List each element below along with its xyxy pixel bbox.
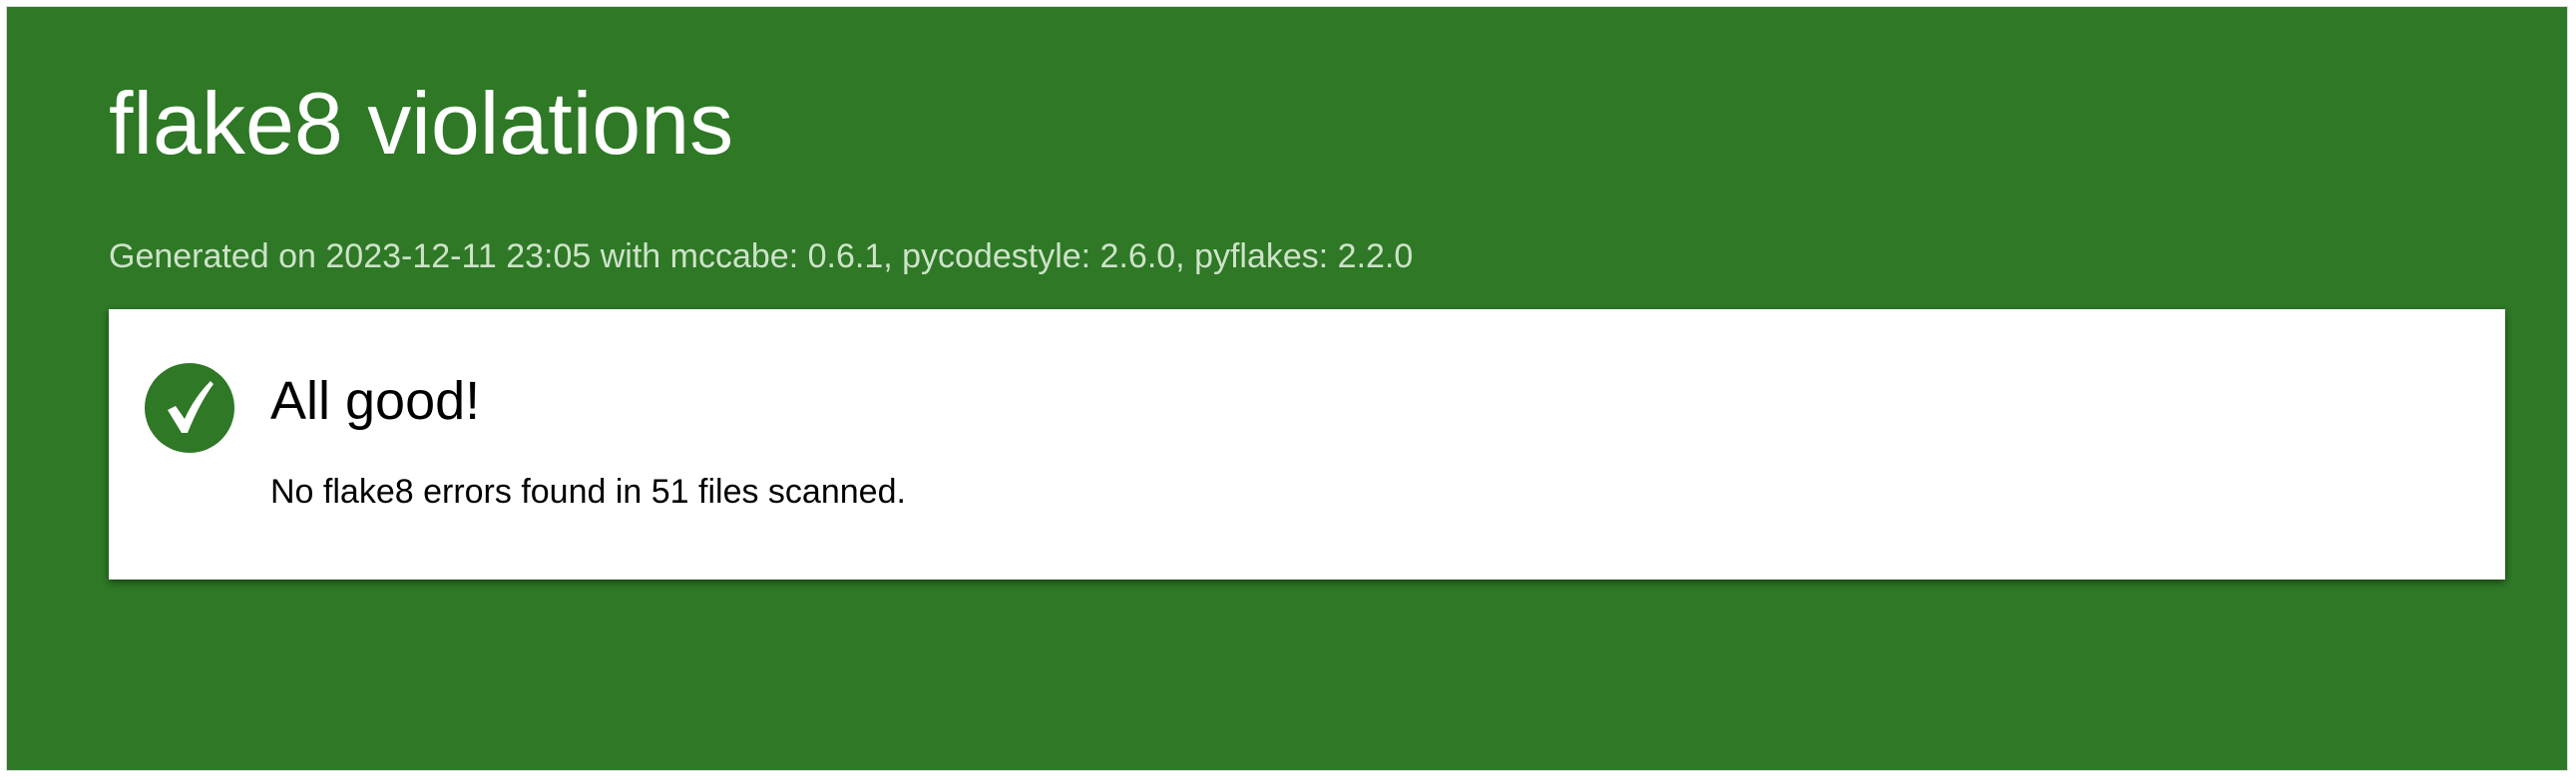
checkmark-icon (145, 363, 234, 453)
result-message: No flake8 errors found in 51 files scann… (270, 473, 906, 511)
report-page: flake8 violations Generated on 2023-12-1… (6, 6, 2568, 771)
page-title: flake8 violations (109, 74, 734, 173)
result-heading: All good! (270, 371, 481, 431)
result-card: All good! No flake8 errors found in 51 f… (109, 309, 2505, 580)
generated-info: Generated on 2023-12-11 23:05 with mccab… (109, 237, 1414, 275)
